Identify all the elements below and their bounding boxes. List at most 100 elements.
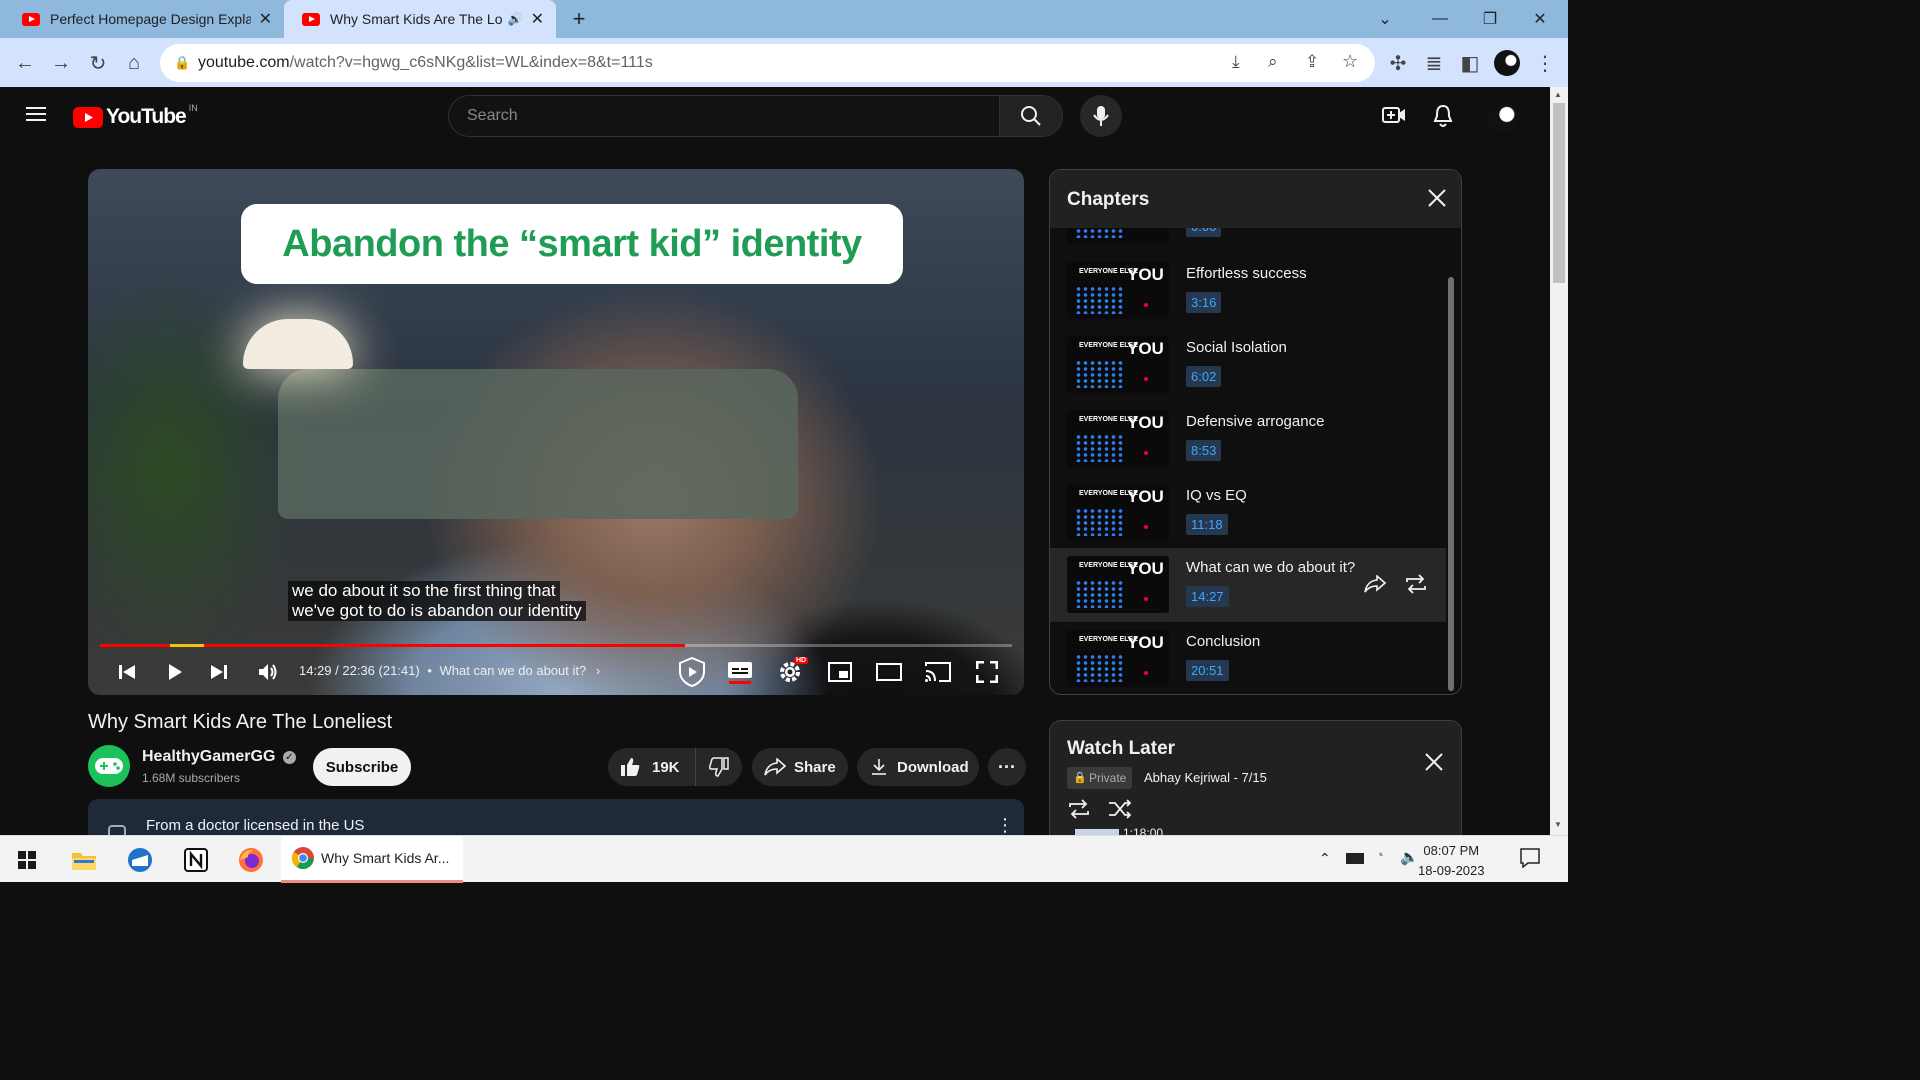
extensions-puzzle-icon[interactable]: ✣ [1385,50,1411,76]
more-actions-button[interactable]: ··· [988,748,1026,786]
scroll-up-arrow-icon[interactable]: ▲ [1554,90,1562,99]
miniplayer-icon[interactable] [826,649,854,695]
previous-video-icon[interactable] [114,649,140,695]
tab-close-icon[interactable]: ✕ [259,9,272,29]
new-tab-button[interactable]: + [566,6,592,32]
gamepad-logo-icon [95,758,123,774]
hamburger-menu-icon[interactable] [26,106,46,122]
system-clock[interactable]: 08:07 PM 18-09-2023 [1418,841,1485,881]
share-chapter-icon[interactable] [1364,575,1386,593]
profile-avatar[interactable] [1494,50,1520,76]
minimize-button[interactable]: — [1415,0,1465,38]
notification-center-icon[interactable] [1520,848,1540,868]
repeat-chapter-icon[interactable] [1404,574,1428,594]
chapter-item[interactable]: EVERYONE ELSE YOU Conclusion 20:51 [1050,622,1446,694]
voice-search-button[interactable] [1080,95,1122,137]
channel-name-text[interactable]: HealthyGamerGG [142,748,275,765]
chapters-scrollbar[interactable] [1448,277,1454,691]
forward-arrow-icon[interactable]: → [48,50,74,76]
theater-mode-icon[interactable] [874,649,904,695]
wifi-icon[interactable]: ◔ [1375,847,1384,864]
lock-icon[interactable]: 🔒 [174,55,190,71]
chrome-menu-icon[interactable]: ⋮ [1532,50,1558,76]
notion-app-icon[interactable] [171,836,221,883]
subtitles-icon[interactable] [726,649,754,695]
address-bar[interactable]: 🔒 youtube.com/watch?v=hgwg_c6sNKg&list=W… [160,44,1375,82]
chapter-thumbnail: EVERYONE ELSE YOU [1067,484,1169,541]
chevron-right-icon[interactable]: › [596,663,600,678]
create-video-icon[interactable] [1382,104,1406,126]
install-app-icon[interactable]: ⤓ [1232,52,1240,72]
volume-icon[interactable] [255,649,281,695]
home-icon[interactable]: ⌂ [121,50,147,76]
chapter-label: What can we do about it? [1186,559,1356,576]
video-frame-lamp [243,319,353,369]
thumb-text: YOU [1127,413,1164,432]
shuffle-icon[interactable] [1108,799,1132,819]
channel-name[interactable]: HealthyGamerGG ✓ [142,748,296,766]
side-panel-icon[interactable]: ◧ [1457,50,1483,76]
chapter-item[interactable]: EVERYONE ELSE YOU Social Isolation 6:02 [1050,328,1446,402]
subscribe-button[interactable]: Subscribe [313,748,411,786]
outlook-app-icon[interactable] [115,836,165,883]
thumb-text: YOU [1127,487,1164,506]
taskbar-chrome-button[interactable]: Why Smart Kids Ar... [281,836,463,883]
next-video-icon[interactable] [206,649,232,695]
close-icon[interactable] [1424,752,1444,772]
channel-avatar[interactable] [88,745,130,787]
restore-button[interactable]: ❐ [1465,0,1515,38]
share-button[interactable]: Share [752,748,848,786]
media-queue-icon[interactable]: ≣ [1421,50,1447,76]
chapter-label: Social Isolation [1186,339,1287,356]
page-scrollbar[interactable]: ▲ ▼ [1550,87,1568,835]
chapter-item-active[interactable]: EVERYONE ELSE YOU What can we do about it… [1050,548,1446,622]
close-window-button[interactable]: ✕ [1515,0,1565,38]
chapter-separator: • [427,663,432,678]
watch-later-title[interactable]: Watch Later [1067,738,1175,760]
speaker-icon[interactable]: 🔈 [1400,848,1419,866]
tab-search-icon[interactable]: ⌄ [1360,0,1410,38]
browser-tab-active[interactable]: Why Smart Kids Are The Lone 🔊 ✕ [284,0,556,38]
video-player[interactable]: Abandon the “smart kid” identity we do a… [88,169,1024,695]
close-icon[interactable] [1427,188,1447,208]
page-scrollbar-thumb[interactable] [1553,103,1565,283]
share-page-icon[interactable]: ⇪ [1305,52,1319,72]
tab-close-icon[interactable]: ✕ [531,9,544,29]
chapter-item[interactable]: EVERYONE ELSE YOU Defensive arrogance 8:5… [1050,402,1446,476]
file-explorer-icon[interactable] [59,836,109,883]
chapter-item[interactable]: EVERYONE ELSE YOU IQ vs EQ 11:18 [1050,476,1446,550]
play-icon[interactable] [162,649,188,695]
chapter-item[interactable]: EVERYONE ELSE YOU Effortless success 3:16 [1050,254,1446,328]
battery-icon[interactable] [1346,853,1364,864]
search-button[interactable] [999,95,1063,137]
cast-icon[interactable] [924,649,952,695]
back-arrow-icon[interactable]: ← [12,50,38,76]
url-host: youtube.com [198,54,290,71]
search-input[interactable]: Search [448,95,1000,137]
bookmark-star-icon[interactable]: ☆ [1342,51,1358,72]
settings-gear-icon[interactable]: HD [776,649,809,695]
zoom-icon[interactable]: ⌕ [1268,52,1278,72]
loop-playlist-icon[interactable] [1067,799,1091,819]
chevron-up-icon[interactable]: ⌃ [1319,850,1331,867]
thumb-text: YOU [1127,339,1164,358]
scroll-down-arrow-icon[interactable]: ▼ [1554,820,1562,829]
notifications-bell-icon[interactable] [1433,104,1453,128]
youtube-logo[interactable]: YouTube IN [73,103,198,129]
progress-bar[interactable] [100,644,1012,647]
shield-icon[interactable] [676,649,708,695]
firefox-app-icon[interactable] [226,836,276,883]
fullscreen-icon[interactable] [974,649,1000,695]
chapter-thumbnail: EVERYONE ELSE YOU [1067,630,1169,687]
reload-icon[interactable]: ↻ [85,50,111,76]
dislike-button[interactable] [696,748,742,786]
download-button[interactable]: Download [857,748,979,786]
like-button[interactable]: 19K [608,748,696,786]
thumbs-down-icon [709,757,729,777]
account-avatar[interactable] [1487,101,1519,133]
audio-playing-icon[interactable]: 🔊 [508,12,523,26]
browser-tab-inactive[interactable]: Perfect Homepage Design Explai ✕ [4,0,284,38]
windows-start-icon[interactable] [2,836,52,883]
current-chapter-button[interactable]: What can we do about it? [440,663,587,678]
more-vertical-icon[interactable]: ⋮ [996,815,1014,836]
